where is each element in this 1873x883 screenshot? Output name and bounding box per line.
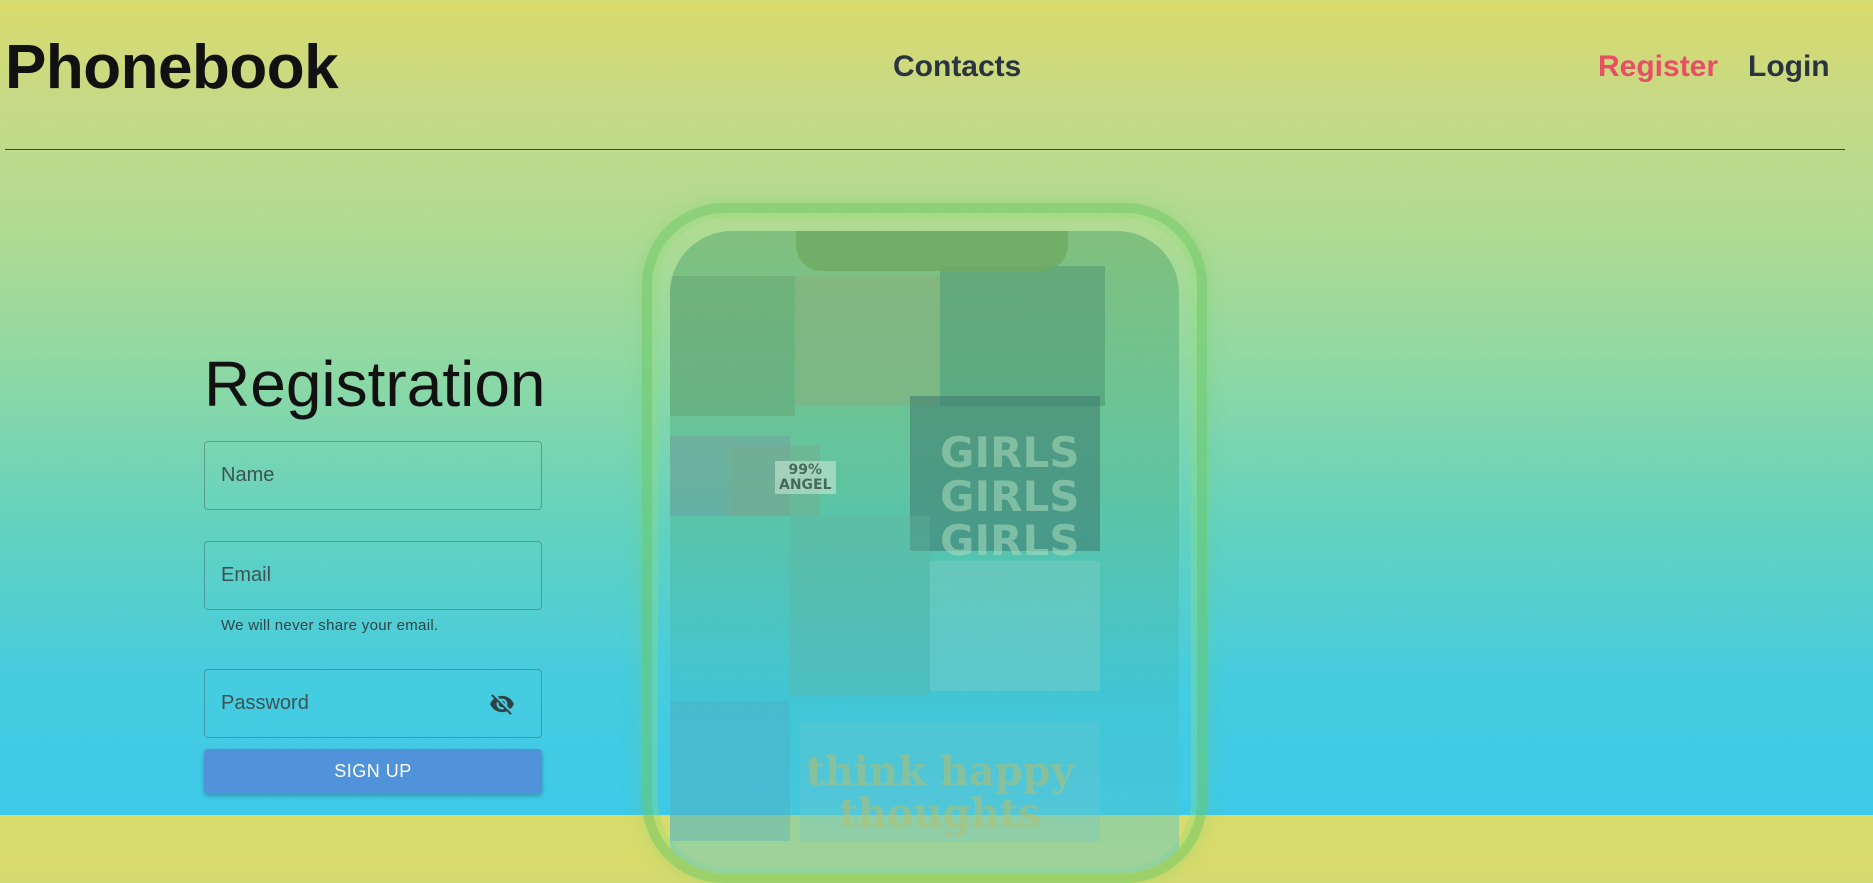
visibility-off-icon-svg	[490, 694, 514, 715]
collage-tile	[670, 276, 795, 416]
name-input[interactable]	[205, 442, 541, 509]
nav-link-login[interactable]: Login	[1748, 50, 1830, 84]
email-helper-text: We will never share your email.	[221, 617, 439, 634]
collage-tile	[795, 276, 940, 406]
collage-tile	[940, 266, 1105, 406]
nav-link-register[interactable]: Register	[1598, 50, 1718, 84]
sign-up-button[interactable]: SIGN UP	[204, 749, 542, 794]
collage-text-girls: GIRLS GIRLS GIRLS	[940, 428, 1080, 566]
registration-title: Registration	[204, 348, 546, 420]
app-logo: Phonebook	[5, 33, 339, 102]
name-field	[204, 441, 542, 510]
collage-text-think-happy: think happy thoughts	[806, 748, 1074, 837]
collage-tile	[790, 516, 930, 696]
collage-tile	[930, 561, 1100, 691]
email-input[interactable]	[205, 542, 541, 609]
password-field	[204, 669, 542, 738]
header-divider	[5, 149, 1845, 150]
nav-link-contacts[interactable]: Contacts	[893, 50, 1021, 84]
collage-text-angel: 99% ANGEL	[775, 461, 836, 495]
phone-screen: GIRLS GIRLS GIRLS 99% ANGEL think happy …	[670, 231, 1179, 873]
phone-mockup-image: GIRLS GIRLS GIRLS 99% ANGEL think happy …	[642, 203, 1207, 883]
top-navbar: Phonebook Contacts Register Login	[0, 0, 1873, 150]
collage-tile	[670, 701, 790, 841]
visibility-off-icon[interactable]	[487, 691, 517, 717]
phone-notch	[796, 231, 1068, 271]
email-field	[204, 541, 542, 610]
